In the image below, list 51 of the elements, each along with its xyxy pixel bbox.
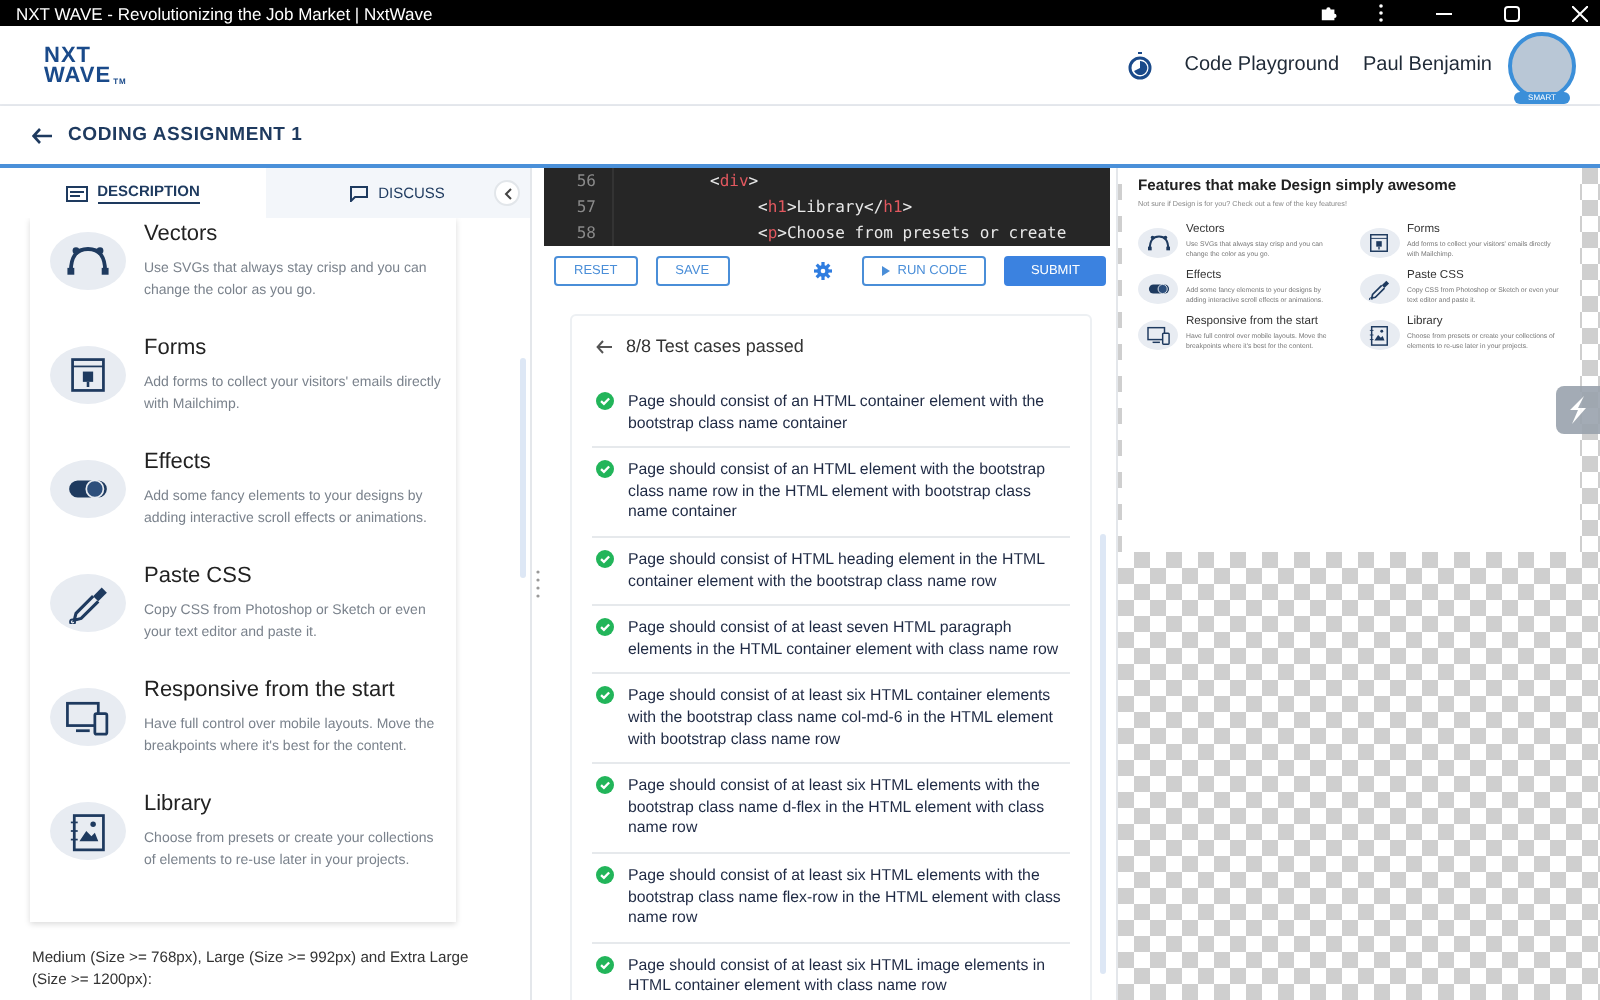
settings-icon[interactable] (813, 262, 832, 280)
line-number: 58 (544, 220, 614, 246)
check-icon (596, 865, 614, 884)
code-playground-link[interactable]: Code Playground (1184, 54, 1340, 76)
code-line: <div> (710, 172, 759, 190)
responsive-icon (64, 696, 112, 738)
check-icon (596, 618, 614, 637)
play-icon (881, 266, 890, 276)
check-icon (596, 686, 614, 705)
user-name: Paul Benjamin (1363, 54, 1492, 76)
library-icon (1366, 324, 1392, 347)
dropper-icon (1366, 278, 1392, 301)
feature-title: Responsive from the start (144, 678, 397, 704)
back-arrow-icon[interactable] (32, 127, 52, 143)
feature-title: Paste CSS (144, 564, 254, 590)
check-icon (596, 392, 614, 410)
check-icon (596, 955, 614, 974)
feature-title: Library (144, 792, 214, 818)
feature-title: Effects (144, 450, 213, 476)
scrollbar[interactable] (520, 358, 526, 578)
check-icon (596, 460, 614, 479)
minimize-icon[interactable] (1436, 11, 1452, 15)
stopwatch-icon[interactable] (1128, 51, 1153, 79)
feature-title: Vectors (144, 222, 220, 248)
drag-handle-icon[interactable] (536, 570, 540, 598)
vector-icon (1145, 232, 1171, 254)
chevron-left-icon (503, 187, 511, 199)
window-title: NXT WAVE - Revolutionizing the Job Market | NxtWave (16, 3, 435, 23)
responsive-icon (1145, 324, 1171, 347)
close-icon[interactable] (1572, 5, 1588, 21)
line-number: 57 (544, 194, 614, 220)
back-arrow-icon[interactable] (596, 339, 612, 353)
code-line: <h1>Library</h1> (758, 198, 913, 216)
chat-icon (350, 185, 369, 201)
more-icon[interactable] (1378, 4, 1384, 22)
assignment-title: CODING ASSIGNMENT 1 (68, 124, 303, 146)
maximize-icon[interactable] (1504, 5, 1520, 21)
description-icon (65, 185, 88, 201)
check-icon (596, 549, 614, 568)
line-number: 56 (544, 168, 614, 194)
puzzle-icon[interactable] (1320, 4, 1338, 22)
form-icon (1366, 232, 1392, 254)
lightning-icon (1566, 396, 1590, 424)
scrollbar[interactable] (1100, 534, 1106, 974)
feature-title: Forms (144, 336, 209, 362)
dropper-icon (64, 582, 112, 624)
check-icon (596, 776, 614, 795)
logo[interactable]: NXT WAVE (44, 45, 112, 85)
code-editor[interactable]: 56 <div> 57 <h1>Library</h1> 58 <p>Choose from presets or create (544, 168, 1110, 246)
test-summary: 8/8 Test cases passed (626, 336, 804, 356)
code-line: <p>Choose from presets or create (758, 224, 1067, 242)
